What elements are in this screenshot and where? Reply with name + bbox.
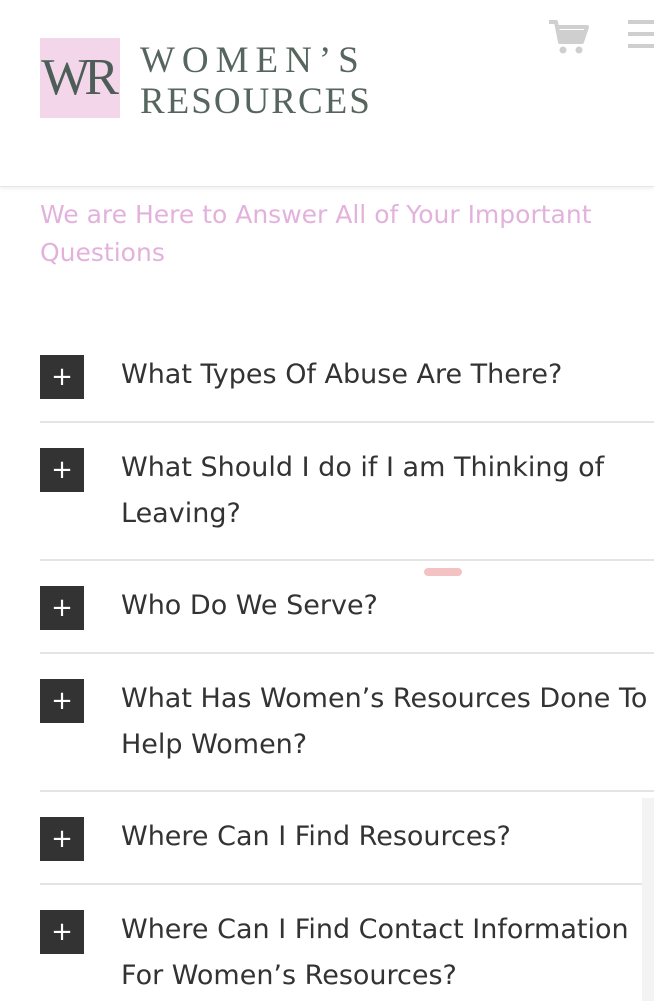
plus-icon[interactable]: +: [40, 910, 84, 954]
plus-icon[interactable]: +: [40, 679, 84, 723]
faq-question[interactable]: Who Do We Serve?: [121, 583, 654, 629]
logo-mark: WR: [40, 38, 120, 118]
faq-item-abuse-types[interactable]: + What Types Of Abuse Are There?: [40, 330, 654, 423]
plus-icon[interactable]: +: [40, 586, 84, 630]
faq-question[interactable]: What Should I do if I am Thinking of Lea…: [121, 445, 654, 537]
faq-question[interactable]: Where Can I Find Resources?: [121, 814, 654, 860]
logo-wordmark: WOMEN’S RESOURCES: [140, 36, 372, 120]
site-logo[interactable]: WR WOMEN’S RESOURCES: [40, 36, 372, 120]
faq-item-thinking-of-leaving[interactable]: + What Should I do if I am Thinking of L…: [40, 423, 654, 561]
faq-item-contact-information[interactable]: + Where Can I Find Contact Information F…: [40, 885, 654, 1001]
logo-line-1: WOMEN’S: [140, 40, 366, 81]
faq-item-who-we-serve[interactable]: + Who Do We Serve?: [40, 561, 654, 654]
plus-icon[interactable]: +: [40, 817, 84, 861]
site-header: WR WOMEN’S RESOURCES: [0, 0, 654, 187]
faq-item-find-resources[interactable]: + Where Can I Find Resources?: [40, 792, 654, 885]
faq-accordion: + What Types Of Abuse Are There? + What …: [40, 330, 654, 1001]
faq-question[interactable]: What Has Women’s Resources Done To Help …: [121, 676, 654, 768]
hamburger-menu-icon[interactable]: [626, 18, 654, 50]
shopping-cart-icon[interactable]: [548, 18, 590, 56]
faq-question[interactable]: What Types Of Abuse Are There?: [121, 352, 654, 398]
logo-line-2: RESOURCES: [140, 81, 372, 122]
scrollbar-track[interactable]: [642, 798, 654, 1001]
plus-icon[interactable]: +: [40, 448, 84, 492]
faq-question[interactable]: Where Can I Find Contact Information For…: [121, 907, 654, 999]
faq-item-what-has-done[interactable]: + What Has Women’s Resources Done To Hel…: [40, 654, 654, 792]
plus-icon[interactable]: +: [40, 355, 84, 399]
decorative-mark: [424, 568, 462, 576]
page-subtitle: We are Here to Answer All of Your Import…: [40, 200, 592, 267]
